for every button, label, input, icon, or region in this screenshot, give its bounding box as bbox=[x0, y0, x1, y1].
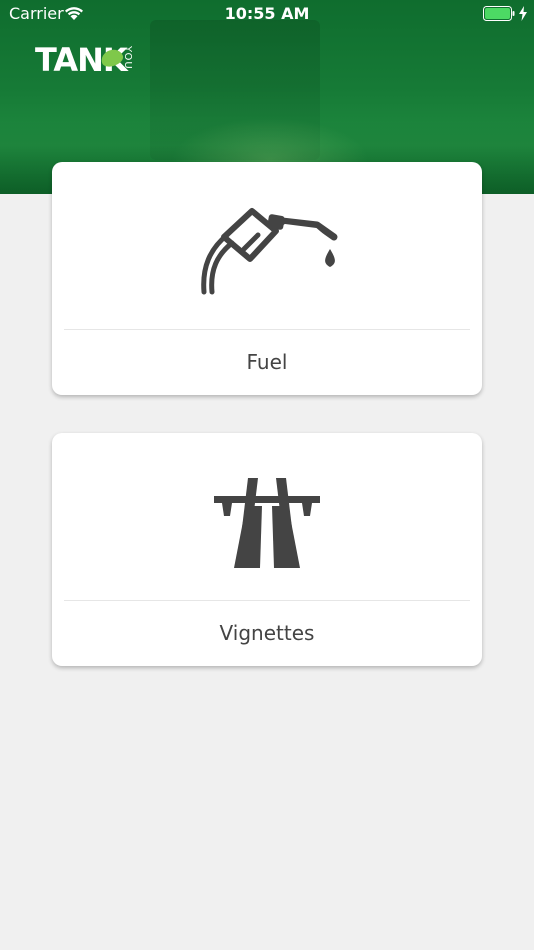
charging-icon bbox=[519, 6, 527, 21]
tankyou-logo: TANK YOU bbox=[35, 42, 140, 78]
vignettes-card-divider bbox=[64, 600, 470, 601]
vignettes-icon-container bbox=[52, 463, 482, 573]
status-time: 10:55 AM bbox=[224, 4, 310, 23]
battery-icon bbox=[483, 6, 515, 21]
highway-road-icon bbox=[214, 478, 320, 568]
logo-subtext: YOU bbox=[122, 46, 133, 70]
vignettes-card-label: Vignettes bbox=[219, 621, 315, 645]
fuel-pump-nozzle-icon bbox=[201, 208, 338, 295]
fuel-card-divider bbox=[64, 329, 470, 330]
fuel-icon-container bbox=[52, 192, 482, 302]
fuel-card[interactable]: Fuel bbox=[52, 162, 482, 395]
fuel-card-label: Fuel bbox=[246, 350, 288, 374]
status-bar: Carrier 10:55 AM bbox=[0, 0, 534, 27]
vignettes-card[interactable]: Vignettes bbox=[52, 433, 482, 666]
